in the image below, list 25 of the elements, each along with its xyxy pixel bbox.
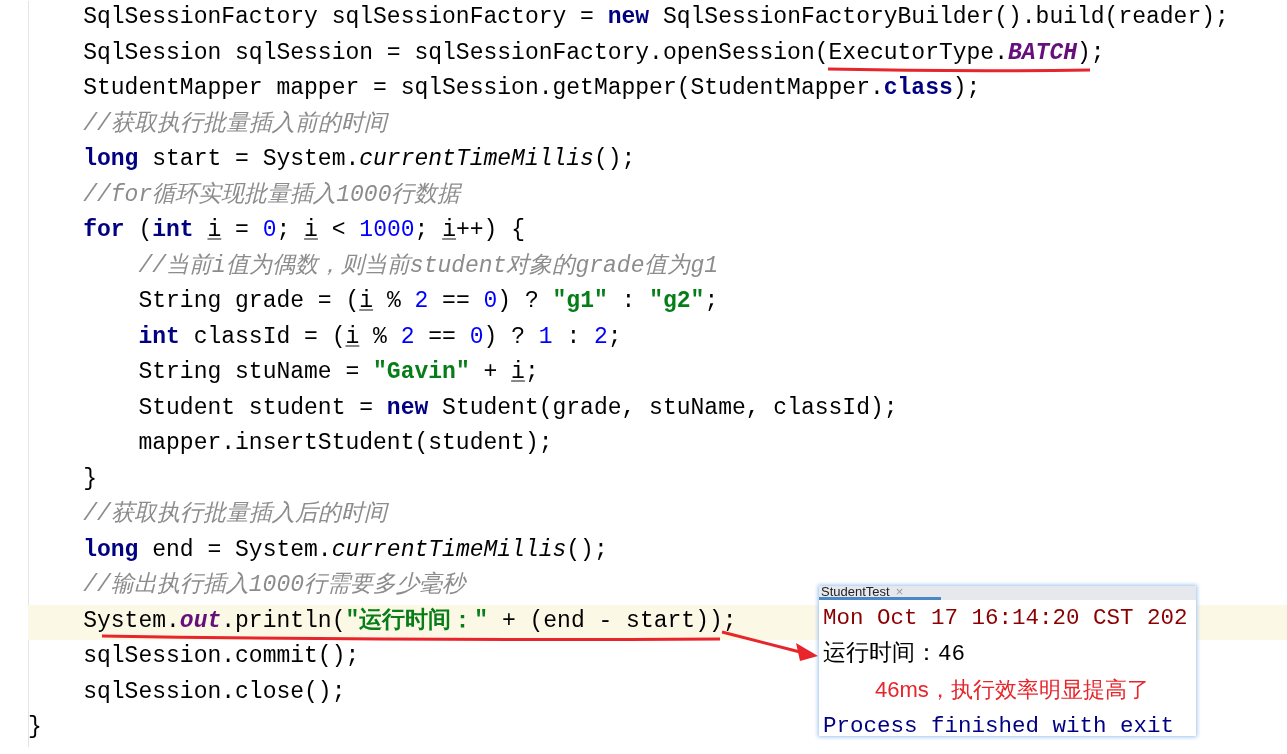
code-line: //输出执行插入1000行需要多少毫秒	[82, 572, 466, 600]
code-line: //for循环实现批量插入1000行数据	[82, 181, 461, 209]
code-line: int classId = (i % 2 == 0) ? 1 : 2;	[137, 323, 622, 351]
code-line: //当前i值为偶数，则当前student对象的grade值为g1	[137, 252, 719, 280]
code-line: }	[82, 465, 97, 493]
console-line: Process finished with exit	[822, 712, 1176, 736]
code-line: long start = System.currentTimeMillis();	[82, 146, 636, 174]
console-line: 运行时间：46	[822, 640, 966, 669]
code-line: }	[28, 714, 42, 742]
code-line: System.out.println("运行时间：" + (end - start));	[82, 607, 737, 635]
code-line: Student student = new Student(grade, stuName, classId);	[137, 394, 898, 422]
code-line: SqlSessionFactory sqlSessionFactory = new SqlSessionFactoryBuilder().build(reader);	[82, 4, 1229, 32]
code-line: StudentMapper mapper = sqlSession.getMapper(StudentMapper.class);	[82, 75, 981, 103]
code-line: //获取执行批量插入后的时间	[82, 501, 387, 529]
code-line: mapper.insertStudent(student);	[137, 430, 553, 458]
code-line: long end = System.currentTimeMillis();	[82, 536, 608, 564]
code-line: //获取执行批量插入前的时间	[82, 110, 387, 138]
code-line: String grade = (i % 2 == 0) ? "g1" : "g2";	[137, 288, 719, 316]
code-line: sqlSession.close();	[82, 678, 346, 706]
annotation-note: 46ms，执行效率明显提高了	[874, 676, 1150, 704]
code-line: for (int i = 0; i < 1000; i++) {	[82, 217, 525, 245]
console-line: Mon Oct 17 16:14:20 CST 202	[822, 604, 1189, 633]
code-line: SqlSession sqlSession = sqlSessionFactory.openSession(ExecutorType.BATCH);	[82, 39, 1105, 67]
code-line: sqlSession.commit();	[82, 643, 360, 671]
code-line: String stuName = "Gavin" + i;	[137, 359, 539, 387]
